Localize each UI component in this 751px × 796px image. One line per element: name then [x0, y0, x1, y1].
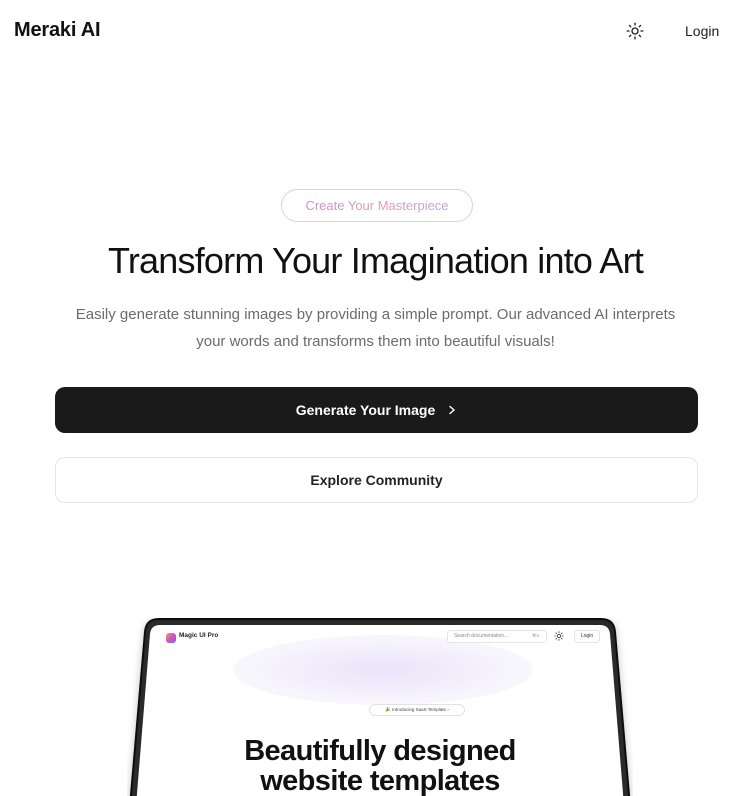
theme-toggle-button[interactable]	[622, 18, 648, 44]
hero-description: Easily generate stunning images by provi…	[75, 306, 676, 350]
preview-headline: Beautifully designed website templates	[244, 735, 516, 796]
device-screen: Magic UI Pro Search documentation... ⌘K …	[143, 625, 617, 796]
hero-title: Transform Your Imagination into Art	[108, 240, 644, 281]
generate-image-button[interactable]: Generate Your Image	[55, 387, 698, 433]
chevron-right-icon	[449, 405, 456, 415]
hero-badge-label: Create Your Masterpiece	[305, 198, 449, 213]
preview-login-button: Login	[574, 630, 600, 643]
sun-icon	[626, 22, 644, 40]
top-nav: Meraki AI Login	[0, 0, 751, 64]
screen-glow	[233, 635, 533, 705]
explore-community-button[interactable]: Explore Community	[55, 457, 698, 503]
brand-logo[interactable]: Meraki AI	[14, 19, 101, 42]
hero-badge: Create Your Masterpiece	[281, 189, 473, 222]
preview-brand: Magic UI Pro	[179, 632, 219, 639]
sun-icon	[554, 631, 564, 641]
explore-community-button-label: Explore Community	[310, 472, 443, 488]
generate-image-button-label: Generate Your Image	[295, 402, 436, 418]
preview-announcement-pill: 🎉 Introducing SaaS Template ›	[369, 704, 465, 716]
preview-shortcut: ⌘K	[532, 633, 540, 638]
device-preview: Magic UI Pro Search documentation... ⌘K …	[127, 618, 633, 796]
preview-logo-icon	[166, 633, 176, 643]
login-link[interactable]: Login	[685, 23, 719, 39]
